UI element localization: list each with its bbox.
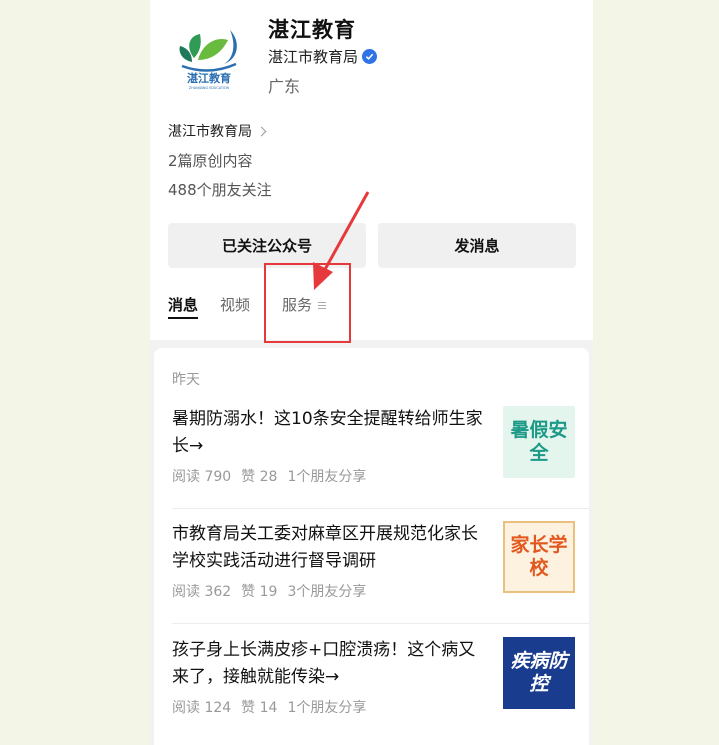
message-feed: 昨天 暑期防溺水！这10条安全提醒转给师生家长→ 阅读 790 赞 28 1个朋…	[154, 348, 589, 745]
article-title: 市教育局关工委对麻章区开展规范化家长学校实践活动进行督导调研	[172, 524, 478, 571]
send-message-button[interactable]: 发消息	[378, 223, 576, 268]
article-title: 暑期防溺水！这10条安全提醒转给师生家长→	[172, 409, 483, 456]
original-content-count: 2篇原创内容	[168, 152, 253, 170]
account-entity-label: 湛江市教育局	[268, 48, 359, 66]
divider	[172, 508, 589, 509]
article-thumbnail: 疾病防控	[503, 637, 575, 709]
friends-following-count: 488个朋友关注	[168, 181, 272, 199]
highlight-box	[264, 263, 351, 343]
feed-date: 昨天	[172, 372, 200, 388]
article-reads: 阅读 362	[172, 584, 232, 600]
entity-link-label: 湛江市教育局	[168, 124, 252, 140]
article-shares: 3个朋友分享	[287, 584, 367, 600]
article-thumbnail: 家长学校	[503, 521, 575, 593]
article-reads: 阅读 790	[172, 469, 232, 485]
account-profile: 湛江教育 ZHANJIANG EDUCATION 湛江教育 湛江市教育局 广东 …	[150, 0, 593, 340]
article-thumbnail: 暑假安全	[503, 406, 575, 478]
tab-videos[interactable]: 视频	[220, 293, 250, 321]
phone-screen: 湛江教育 ZHANJIANG EDUCATION 湛江教育 湛江市教育局 广东 …	[150, 0, 593, 745]
article-item[interactable]: 市教育局关工委对麻章区开展规范化家长学校实践活动进行督导调研 阅读 362 赞 …	[172, 521, 575, 601]
article-reads: 阅读 124	[172, 700, 232, 716]
article-likes: 赞 28	[241, 469, 278, 485]
article-likes: 赞 14	[241, 700, 278, 716]
chevron-right-icon	[256, 126, 267, 136]
account-entity: 湛江市教育局	[268, 46, 378, 67]
article-shares: 1个朋友分享	[287, 469, 367, 485]
article-title: 孩子身上长满皮疹+口腔溃疡！这个病又来了，接触就能传染→	[172, 640, 476, 687]
logo-subtext: ZHANJIANG EDUCATION	[189, 86, 230, 90]
article-likes: 赞 19	[241, 584, 278, 600]
article-item[interactable]: 孩子身上长满皮疹+口腔溃疡！这个病又来了，接触就能传染→ 阅读 124 赞 14…	[172, 637, 575, 717]
logo-text: 湛江教育	[187, 71, 231, 85]
entity-link[interactable]: 湛江市教育局	[168, 121, 267, 141]
account-logo: 湛江教育 ZHANJIANG EDUCATION	[179, 30, 237, 90]
tab-messages[interactable]: 消息	[168, 293, 199, 321]
account-region: 广东	[268, 77, 301, 96]
article-item[interactable]: 暑期防溺水！这10条安全提醒转给师生家长→ 阅读 790 赞 28 1个朋友分享…	[172, 406, 575, 486]
verified-badge-icon	[362, 49, 378, 64]
article-shares: 1个朋友分享	[287, 700, 367, 716]
followed-button[interactable]: 已关注公众号	[168, 223, 366, 268]
account-name: 湛江教育	[268, 18, 356, 42]
divider	[172, 623, 589, 624]
